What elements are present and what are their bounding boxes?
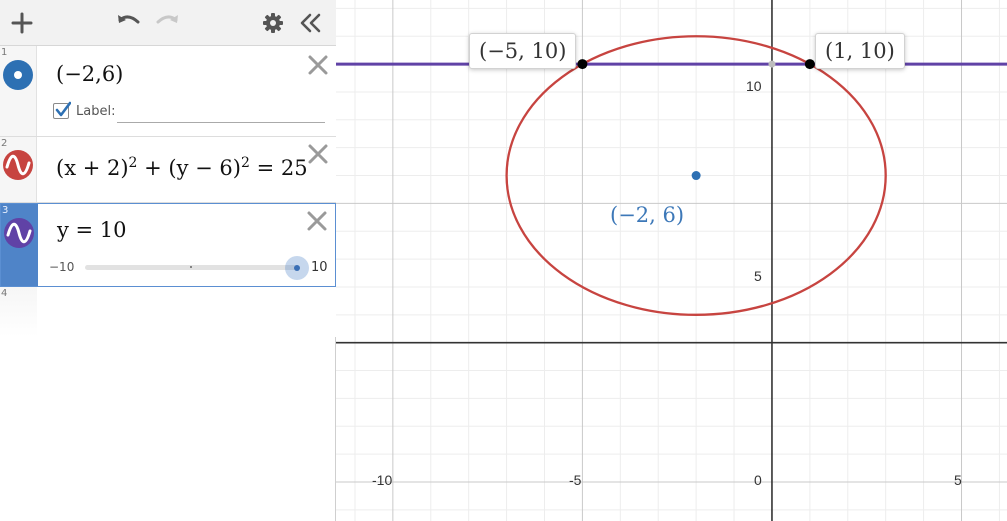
axis-intercept-marker	[768, 60, 776, 68]
expression-number: 2	[1, 138, 8, 149]
expression-number: 1	[1, 47, 8, 58]
x-tick-label: -10	[372, 472, 393, 488]
expression-item-4[interactable]: 4	[0, 287, 336, 337]
expression-item-1[interactable]: 1 (−2,6) Label:	[0, 46, 336, 137]
graph-canvas[interactable]	[336, 0, 1007, 521]
undo-icon	[118, 15, 140, 24]
gear-icon	[263, 13, 283, 33]
close-icon	[308, 55, 328, 75]
expression-input[interactable]: (x + 2)2 + (y − 6)2 = 25	[56, 155, 308, 180]
point-tooltip[interactable]: (−5, 10)	[469, 33, 577, 69]
add-item-button[interactable]	[7, 8, 37, 38]
x-tick-label: -5	[569, 472, 582, 488]
point-icon[interactable]	[2, 59, 34, 91]
expression-gutter: 3	[1, 204, 38, 286]
expression-gutter: 2	[0, 137, 37, 202]
plus-icon	[11, 12, 33, 34]
expression-gutter: 1	[0, 46, 37, 136]
expression-input[interactable]: y = 10	[57, 218, 127, 242]
wave-icon[interactable]	[2, 149, 34, 181]
expression-toolbar	[0, 0, 336, 46]
redo-button[interactable]	[153, 8, 183, 38]
label-input[interactable]	[117, 102, 325, 123]
close-icon	[308, 144, 328, 164]
y-tick-label: 10	[746, 78, 762, 94]
intersection-point	[804, 59, 815, 70]
expression-input[interactable]: (−2,6)	[56, 62, 123, 86]
collapse-panel-button[interactable]	[296, 8, 326, 38]
delete-expression-button[interactable]	[306, 53, 330, 77]
label-checkbox[interactable]	[53, 101, 71, 119]
expression-item-3[interactable]: 3 y = 10 −10 10	[0, 203, 336, 287]
wave-icon[interactable]	[3, 217, 35, 249]
expression-gutter: 4	[0, 287, 37, 337]
slider-zero-tick	[190, 266, 192, 268]
delete-expression-button[interactable]	[305, 209, 329, 233]
checkmark-icon	[55, 101, 71, 117]
slider-max[interactable]: 10	[311, 260, 328, 275]
double-chevron-left-icon	[300, 13, 321, 33]
undo-button[interactable]	[113, 8, 143, 38]
settings-button[interactable]	[258, 8, 288, 38]
expression-panel: 1 (−2,6) Label: 2 (x + 2)2 + (y − 6)2 = …	[0, 0, 336, 521]
close-icon	[307, 211, 327, 231]
expression-number: 4	[1, 288, 8, 299]
slider-min[interactable]: −10	[49, 260, 74, 274]
delete-expression-button[interactable]	[306, 142, 330, 166]
graph-paper[interactable]: -10 -5 0 5 5 10 (−5, 10) (1, 10) (−2, 6)	[336, 0, 1007, 521]
label-row: Label:	[53, 101, 325, 124]
point-label[interactable]: (−2, 6)	[610, 203, 684, 227]
y-tick-label: 5	[754, 268, 762, 284]
x-tick-label: 5	[954, 472, 962, 488]
center-point	[691, 171, 701, 181]
expression-number: 3	[2, 205, 9, 216]
expression-item-2[interactable]: 2 (x + 2)2 + (y − 6)2 = 25	[0, 137, 336, 203]
value-slider[interactable]: −10 10	[49, 256, 329, 280]
label-caption: Label:	[76, 104, 116, 119]
point-tooltip[interactable]: (1, 10)	[815, 33, 905, 69]
x-tick-label: 0	[754, 472, 762, 488]
intersection-point	[577, 59, 588, 70]
slider-handle[interactable]	[294, 265, 300, 271]
redo-icon	[156, 15, 178, 24]
